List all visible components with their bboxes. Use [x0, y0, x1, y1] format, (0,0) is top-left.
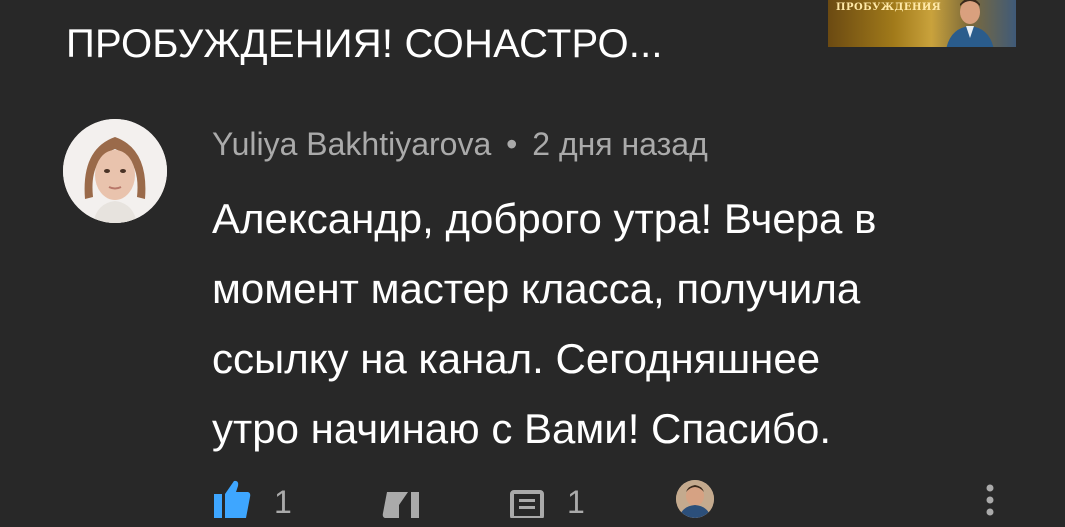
comment-actions: 1 1	[0, 470, 1065, 520]
comment-icon	[510, 490, 544, 518]
video-title[interactable]: ПРОБУЖДЕНИЯ! СОНАСТРО...	[66, 22, 663, 67]
reply-count: 1	[567, 484, 585, 520]
comment-time: 2 дня назад	[532, 126, 708, 162]
like-button[interactable]: 1	[212, 478, 292, 521]
commenter-avatar-image	[63, 119, 167, 223]
like-count: 1	[274, 484, 292, 520]
commenter-avatar[interactable]	[63, 119, 167, 223]
reply-button[interactable]: 1	[509, 478, 585, 521]
thumbs-down-icon	[382, 492, 419, 518]
creator-heart-avatar	[676, 480, 714, 518]
dislike-button[interactable]	[381, 478, 421, 518]
meta-separator: •	[506, 126, 518, 162]
comment-line: утро начинаю с Вами! Спасибо.	[212, 405, 832, 452]
more-vertical-icon	[986, 484, 994, 516]
comment-line: Александр, доброго утра! Вчера в	[212, 195, 877, 242]
thumbnail-text: ПРОБУЖДЕНИЯ	[836, 2, 942, 13]
creator-avatar-image	[676, 480, 714, 518]
more-options-button[interactable]	[984, 482, 996, 527]
thumbs-up-icon	[214, 480, 251, 518]
comment-line: момент мастер класса, получила	[212, 265, 861, 312]
comment-line: ссылку на канал. Сегодняшнее	[212, 335, 821, 382]
comment-author[interactable]: Yuliya Bakhtiyarova	[212, 126, 491, 162]
thumbnail-person-image	[946, 0, 994, 47]
comment-meta: Yuliya Bakhtiyarova • 2 дня назад	[212, 126, 708, 163]
video-thumbnail[interactable]: ПРОБУЖДЕНИЯ	[828, 0, 1016, 47]
comment-body: Александр, доброго утра! Вчера в момент …	[212, 184, 1012, 464]
